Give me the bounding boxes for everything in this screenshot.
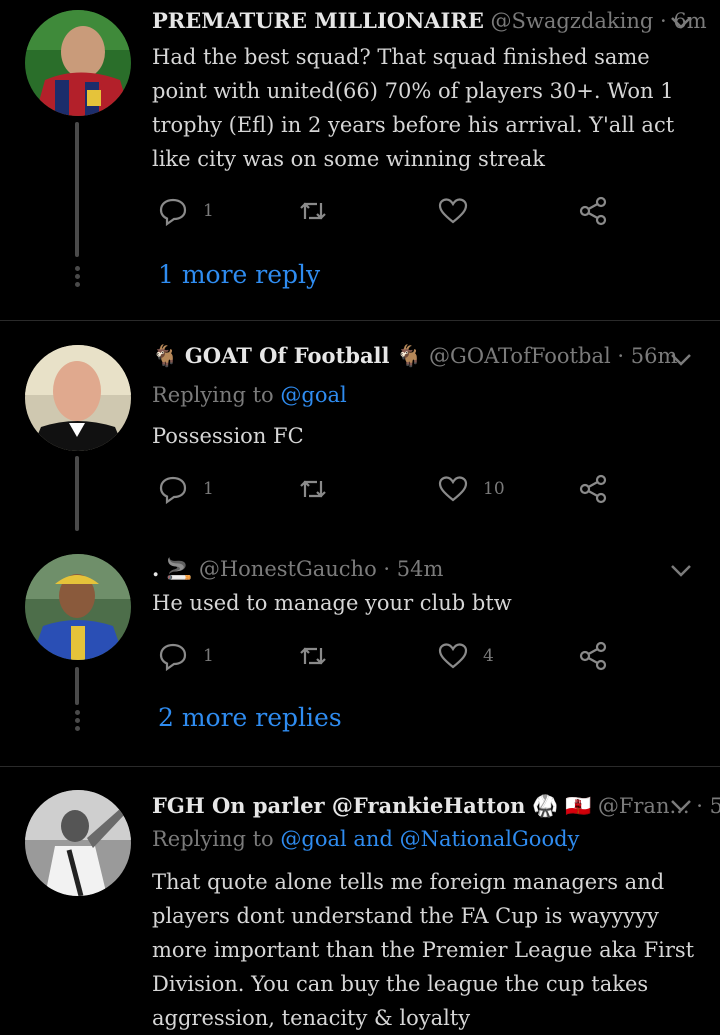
share-button[interactable] xyxy=(577,195,609,227)
retweet-button[interactable] xyxy=(297,473,329,505)
separator: · xyxy=(696,794,703,818)
share-button[interactable] xyxy=(577,473,609,505)
share-icon xyxy=(579,196,607,226)
tweet-1[interactable]: PREMATURE MILLIONAIRE @Swagzdaking · 6m … xyxy=(0,0,720,320)
share-icon xyxy=(579,641,607,671)
like-count: 10 xyxy=(483,479,505,499)
timestamp[interactable]: 54m xyxy=(397,557,444,581)
display-name[interactable]: FGH On parler @FrankieHatton xyxy=(152,793,525,818)
tweet-header: FGH On parler @FrankieHatton 🥋 🇬🇮 @Fran.… xyxy=(152,793,720,819)
more-replies-link[interactable]: 1 more reply xyxy=(158,260,320,289)
tweet-4[interactable]: FGH On parler @FrankieHatton 🥋 🇬🇮 @Fran.… xyxy=(0,767,720,1030)
tweet-header: 🐐 GOAT Of Football 🐐 @GOATofFootbal · 56… xyxy=(152,343,677,369)
tweet-header: PREMATURE MILLIONAIRE @Swagzdaking · 6m xyxy=(152,8,707,33)
avatar[interactable] xyxy=(25,10,131,116)
chevron-down-icon[interactable] xyxy=(670,16,692,30)
chevron-down-icon[interactable] xyxy=(670,564,692,578)
thread-dots xyxy=(73,710,81,734)
smoking-emoji: 🚬 xyxy=(166,556,193,581)
heart-icon xyxy=(438,198,468,224)
reply-icon xyxy=(159,476,187,505)
tweet-text: Had the best squad? That squad finished … xyxy=(152,45,675,171)
avatar[interactable] xyxy=(25,345,131,451)
tweet-header: . 🚬 @HonestGaucho · 54m xyxy=(152,556,443,582)
reply-icon xyxy=(159,643,187,672)
like-button[interactable]: 4 xyxy=(437,640,494,672)
retweet-button[interactable] xyxy=(297,640,329,672)
tweet-actions: 1 10 xyxy=(152,473,622,513)
replying-label: Replying to xyxy=(152,383,274,407)
like-button[interactable]: 10 xyxy=(437,473,505,505)
retweet-icon xyxy=(300,202,326,220)
martial-arts-emoji: 🥋 xyxy=(532,793,559,818)
like-button[interactable] xyxy=(437,195,469,227)
separator: · xyxy=(659,9,667,33)
tweet-text: Possession FC xyxy=(152,424,304,448)
separator: · xyxy=(617,344,625,368)
share-icon xyxy=(579,474,607,504)
display-name[interactable]: . xyxy=(152,556,159,581)
retweet-icon xyxy=(300,647,326,665)
heart-icon xyxy=(438,476,468,502)
chevron-down-icon[interactable] xyxy=(670,799,692,813)
avatar[interactable] xyxy=(25,554,131,660)
tweet-2[interactable]: 🐐 GOAT Of Football 🐐 @GOATofFootbal · 56… xyxy=(0,321,720,531)
display-name[interactable]: GOAT Of Football xyxy=(185,343,390,368)
timestamp[interactable]: 52m xyxy=(710,794,720,818)
replying-to: Replying to @goal xyxy=(152,383,347,407)
reply-count: 1 xyxy=(203,479,214,499)
thread-dots xyxy=(73,266,81,290)
more-replies-link[interactable]: 2 more replies xyxy=(158,703,342,732)
reply-icon xyxy=(159,198,187,227)
user-handle[interactable]: @Swagzdaking xyxy=(491,9,654,33)
user-handle[interactable]: @HonestGaucho xyxy=(199,557,377,581)
thread-line xyxy=(75,122,79,257)
tweet-actions: 1 4 xyxy=(152,640,622,680)
retweet-icon xyxy=(300,480,326,498)
tweet-3[interactable]: . 🚬 @HonestGaucho · 54m He used to manag… xyxy=(0,540,720,765)
mention-link[interactable]: @goal xyxy=(280,383,346,407)
display-name[interactable]: PREMATURE MILLIONAIRE xyxy=(152,8,484,33)
thread-line xyxy=(75,667,79,705)
tweet-text: He used to manage your club btw xyxy=(152,591,512,615)
tweet-actions: 1 xyxy=(152,195,622,235)
heart-icon xyxy=(438,643,468,669)
mention-link[interactable]: @goal and @NationalGoody xyxy=(280,827,579,851)
goat-emoji-right: 🐐 xyxy=(396,343,423,368)
thread-line xyxy=(75,456,79,531)
reply-button[interactable]: 1 xyxy=(157,473,214,505)
reply-button[interactable]: 1 xyxy=(157,195,214,227)
separator: · xyxy=(383,557,391,581)
share-button[interactable] xyxy=(577,640,609,672)
like-count: 4 xyxy=(483,646,494,666)
reply-button[interactable]: 1 xyxy=(157,640,214,672)
chevron-down-icon[interactable] xyxy=(670,353,692,367)
avatar[interactable] xyxy=(25,790,131,896)
replying-to: Replying to @goal and @NationalGoody xyxy=(152,827,579,851)
replying-label: Replying to xyxy=(152,827,274,851)
gibraltar-flag-emoji: 🇬🇮 xyxy=(564,793,592,818)
reply-count: 1 xyxy=(203,201,214,221)
goat-emoji-left: 🐐 xyxy=(152,343,179,368)
tweet-text: That quote alone tells me foreign manage… xyxy=(152,870,695,1030)
reply-count: 1 xyxy=(203,646,214,666)
retweet-button[interactable] xyxy=(297,195,329,227)
user-handle[interactable]: @GOATofFootbal xyxy=(429,344,611,368)
